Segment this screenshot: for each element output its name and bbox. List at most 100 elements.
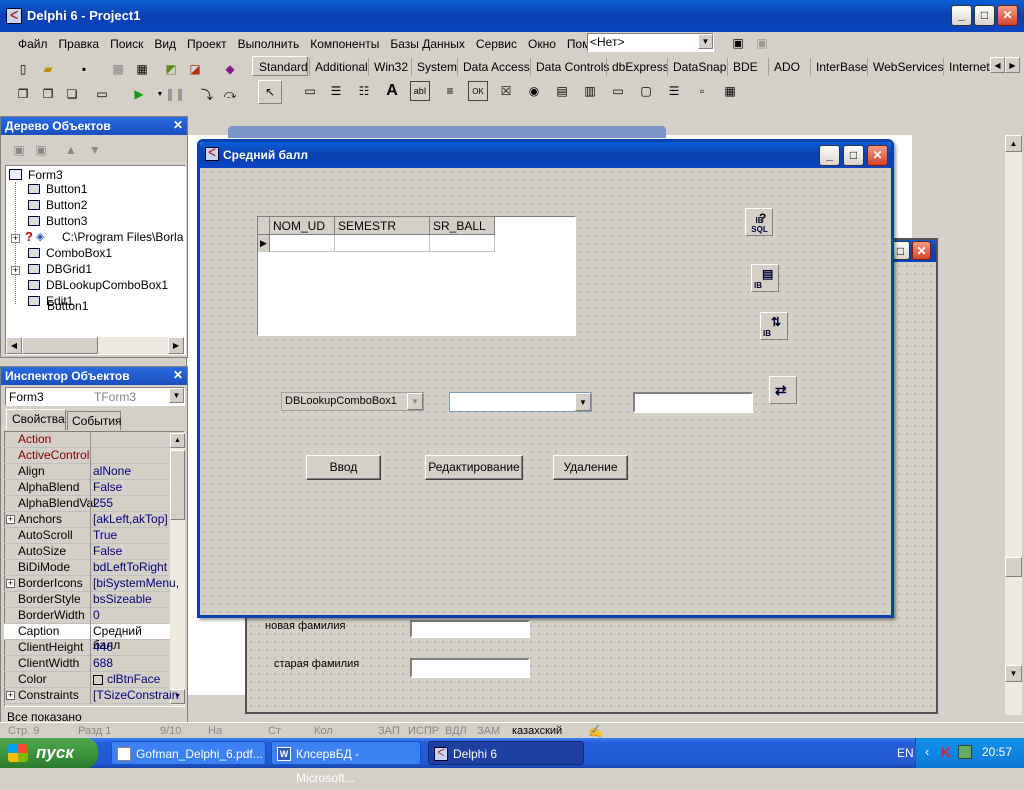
tab-standard[interactable]: Standard xyxy=(254,58,313,76)
property-row[interactable]: Align alNone xyxy=(4,464,170,480)
save-desktop-icon[interactable]: ▣ xyxy=(728,33,748,53)
scroll-right-icon[interactable]: ▶ xyxy=(168,337,184,354)
tab-webservices[interactable]: WebServices xyxy=(867,58,948,76)
menu-components[interactable]: Компоненты xyxy=(310,37,379,51)
ib-sql-component-icon[interactable]: IB SQL ? xyxy=(745,208,773,236)
checkbox-icon[interactable]: ☒ xyxy=(496,81,516,101)
tab-properties[interactable]: Свойства xyxy=(6,409,66,430)
property-value[interactable]: 255 xyxy=(93,496,113,510)
tree-item-combobox1[interactable]: ComboBox1 xyxy=(46,246,112,260)
menu-view[interactable]: Вид xyxy=(154,37,176,51)
property-value[interactable]: [akLeft,akTop] xyxy=(93,512,168,526)
view-unit-icon[interactable]: ❐ xyxy=(13,84,33,104)
desktop-combo[interactable]: <Нет> ▼ xyxy=(587,33,714,52)
property-value[interactable]: False xyxy=(93,480,122,494)
property-row[interactable]: BorderWidth 0 xyxy=(4,608,170,624)
tab-internet[interactable]: Internet xyxy=(943,58,990,76)
property-row[interactable]: AlphaBlendVal 255 xyxy=(4,496,170,512)
property-value[interactable]: bdLeftToRight xyxy=(93,560,167,574)
expand-icon[interactable]: + xyxy=(11,266,20,275)
chevron-down-icon[interactable]: ▼ xyxy=(407,393,423,410)
datasource-component-icon[interactable]: ⇄ xyxy=(769,376,797,404)
toggle-form-unit-icon[interactable]: ❏ xyxy=(62,84,82,104)
palette-scroll-right-icon[interactable]: ▶ xyxy=(1005,57,1020,73)
property-row[interactable]: ClientHeight 446 xyxy=(4,640,170,656)
edit-field[interactable] xyxy=(633,392,753,413)
new-surname-field[interactable] xyxy=(410,620,530,638)
grid-col-nom-ud[interactable]: NOM_UD xyxy=(270,217,335,235)
grid-col-semestr[interactable]: SEMESTR xyxy=(335,217,430,235)
expand-icon[interactable]: + xyxy=(11,234,20,243)
scroll-up-icon[interactable]: ▲ xyxy=(1005,135,1022,152)
tree-new-item-icon[interactable]: ▣ xyxy=(9,140,29,160)
form-maximize-button[interactable]: □ xyxy=(843,145,864,166)
menu-database[interactable]: Базы Данных xyxy=(390,37,465,51)
tree-up-icon[interactable]: ▲ xyxy=(61,140,81,160)
scroll-thumb[interactable] xyxy=(1005,557,1022,577)
property-value[interactable]: True xyxy=(93,528,117,542)
remove-file-icon[interactable]: ◪ xyxy=(185,59,205,79)
grid-cell[interactable] xyxy=(494,235,495,251)
property-row[interactable]: + Anchors [akLeft,akTop] xyxy=(4,512,170,528)
menu-edit[interactable]: Правка xyxy=(59,37,100,51)
property-row[interactable]: Color clBtnFace xyxy=(4,672,170,688)
menu-search[interactable]: Поиск xyxy=(110,37,143,51)
scrollbar-icon[interactable]: ▭ xyxy=(608,81,628,101)
property-row[interactable]: ClientWidth 688 xyxy=(4,656,170,672)
menu-window[interactable]: Окно xyxy=(528,37,556,51)
edit-button[interactable]: Редактирование xyxy=(425,455,523,480)
memo-icon[interactable]: ≡ xyxy=(440,81,460,101)
expand-icon[interactable]: + xyxy=(6,691,15,700)
property-row[interactable]: Action xyxy=(4,432,170,448)
dbgrid[interactable]: NOM_UD SEMESTR SR_BALL ▶ xyxy=(257,216,576,336)
scroll-down-icon[interactable]: ▼ xyxy=(1005,665,1022,682)
language-indicator[interactable]: EN xyxy=(895,745,916,761)
new-form-icon[interactable]: ▭ xyxy=(92,84,112,104)
property-value[interactable]: False xyxy=(93,544,122,558)
close-button[interactable]: ✕ xyxy=(997,5,1018,26)
form-minimize-button[interactable]: _ xyxy=(819,145,840,166)
expand-icon[interactable]: + xyxy=(6,579,15,588)
listbox-icon[interactable]: ▤ xyxy=(552,81,572,101)
chevron-down-icon[interactable]: ▼ xyxy=(575,393,591,411)
back-form-close-button[interactable]: ✕ xyxy=(912,241,931,260)
save-icon[interactable]: ▪ xyxy=(74,59,94,79)
panel-icon[interactable]: ▫ xyxy=(692,81,712,101)
property-value[interactable]: 688 xyxy=(93,656,113,670)
property-value[interactable]: alNone xyxy=(93,464,131,478)
property-row[interactable]: AutoScroll True xyxy=(4,528,170,544)
tab-ado[interactable]: ADO xyxy=(768,58,805,76)
tree-item-dblookupcombobox1[interactable]: DBLookupComboBox1 xyxy=(46,278,168,292)
tree-item-edit1[interactable]: Edit1 xyxy=(46,294,73,308)
property-value[interactable]: 0 xyxy=(93,608,100,622)
grid-cell[interactable] xyxy=(429,235,430,251)
grid-cell[interactable] xyxy=(334,235,335,251)
maximize-button[interactable]: □ xyxy=(974,5,995,26)
save-all-icon[interactable]: ▩ xyxy=(108,59,128,79)
spellcheck-icon[interactable]: ✍ xyxy=(588,724,603,738)
property-row[interactable]: + Constraints [TSizeConstrain xyxy=(4,688,178,704)
groupbox-icon[interactable]: ▢ xyxy=(636,81,656,101)
property-row[interactable]: + BorderIcons [biSystemMenu, xyxy=(4,576,179,592)
dblookup-combobox[interactable]: DBLookupComboBox1 ▼ xyxy=(281,392,424,411)
right-scrollbar[interactable]: ▲ ▼ xyxy=(1005,135,1022,715)
step-over-icon[interactable]: ⤼ xyxy=(220,84,240,104)
pause-icon[interactable]: ❚❚ xyxy=(165,84,185,104)
tab-events[interactable]: События xyxy=(67,411,122,430)
property-value[interactable]: clBtnFace xyxy=(107,672,160,686)
property-row[interactable]: Caption Средний балл xyxy=(4,624,170,652)
close-icon[interactable]: ✕ xyxy=(173,368,183,382)
grid-row[interactable] xyxy=(270,235,495,252)
tab-data-access[interactable]: Data Access xyxy=(457,58,535,76)
radiobutton-icon[interactable]: ◉ xyxy=(524,81,544,101)
tree-item-database-path[interactable]: C:\Program Files\Borland\ xyxy=(62,230,184,244)
tree-root[interactable]: Form3 xyxy=(28,168,63,182)
tree-down-icon[interactable]: ▼ xyxy=(85,140,105,160)
menu-tools[interactable]: Сервис xyxy=(476,37,517,51)
tree-item-button2[interactable]: Button2 xyxy=(46,198,87,212)
chevron-down-icon[interactable]: ▼ xyxy=(698,34,713,49)
delete-button[interactable]: Удаление xyxy=(553,455,628,480)
radiogroup-icon[interactable]: ☰ xyxy=(664,81,684,101)
scroll-thumb[interactable] xyxy=(22,337,98,354)
property-row[interactable]: BorderStyle bsSizeable xyxy=(4,592,170,608)
